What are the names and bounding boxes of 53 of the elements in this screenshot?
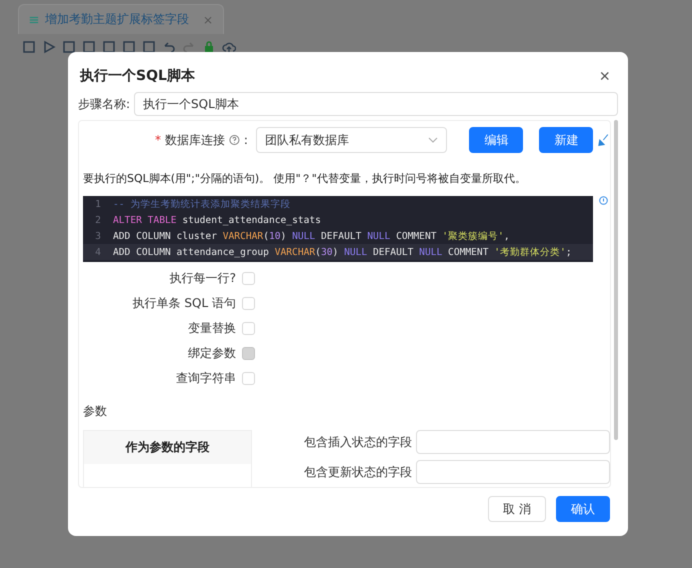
checkbox[interactable] — [242, 322, 255, 335]
input-field[interactable] — [416, 430, 610, 454]
code-line: -- 为学生考勤统计表添加聚类结果字段 — [113, 198, 290, 210]
chevron-down-icon — [428, 137, 438, 143]
field-label: 包含更新状态的字段 — [303, 464, 412, 480]
code-line: ADD COLUMN cluster VARCHAR(10) NULL DEFAULT NULL COMMENT '聚类簇编号', — [113, 230, 510, 242]
line-number: 1 — [94, 198, 102, 210]
dialog-title: 执行一个SQL脚本 — [80, 67, 195, 85]
field-label: 包含插入状态的字段 — [303, 434, 412, 450]
line-number: 2 — [94, 214, 102, 226]
document-tab[interactable]: 增加考勤主题扩展标签字段 × — [18, 4, 224, 34]
option-label: 执行单条 SQL 语句 — [132, 295, 236, 312]
info-icon[interactable] — [599, 196, 608, 205]
code-line: ALTER TABLE student_attendance_stats — [113, 214, 321, 226]
close-button[interactable]: × — [593, 66, 616, 86]
confirm-button[interactable]: 确认 — [556, 496, 610, 522]
save-icon[interactable] — [22, 40, 36, 54]
edit-button[interactable]: 编辑 — [469, 127, 524, 153]
code-editor[interactable] — [83, 196, 593, 262]
help-icon[interactable] — [229, 134, 240, 146]
play-icon[interactable] — [42, 40, 56, 54]
section-title: 参数 — [83, 403, 108, 420]
grid-icon[interactable] — [102, 40, 116, 54]
step-name-field[interactable]: 执行一个SQL脚本 — [134, 92, 618, 116]
code-line: ADD COLUMN attendance_group VARCHAR(30) NULL DEFAULT NULL COMMENT '考勤群体分类'; — [113, 246, 572, 258]
connection-select[interactable]: 团队私有数据库 — [256, 127, 448, 153]
table-header: 作为参数的字段 — [84, 431, 251, 464]
undo-icon[interactable] — [162, 40, 176, 54]
upload-icon[interactable] — [222, 40, 236, 54]
option-label: 绑定参数 — [188, 345, 236, 362]
input-field[interactable] — [416, 460, 610, 484]
connection-label: 数据库连接 — [165, 132, 225, 148]
chart-icon[interactable] — [122, 40, 136, 54]
hint-text: 要执行的SQL脚本(用";"分隔的语句)。 使用"？"代替变量，执行时问号将被自变量所取代。 — [83, 171, 527, 186]
copy-icon[interactable] — [82, 40, 96, 54]
option-label: 查询字符串 — [176, 370, 236, 387]
line-number: 3 — [94, 230, 102, 242]
checkbox[interactable] — [242, 372, 255, 385]
layers-icon — [29, 14, 39, 24]
checkbox[interactable] — [242, 297, 255, 310]
redo-icon[interactable] — [182, 40, 196, 54]
step-name-label: 步骤名称: — [78, 96, 130, 112]
line-number: 4 — [94, 246, 102, 258]
option-label: 变量替换 — [188, 320, 236, 337]
stop-icon[interactable] — [62, 40, 76, 54]
new-button[interactable]: 新建 — [539, 127, 594, 153]
colon-text: : — [244, 133, 248, 147]
cancel-button[interactable]: 取 消 — [488, 496, 546, 522]
tab-title: 增加考勤主题扩展标签字段 — [44, 11, 189, 28]
required-mark: * — [155, 133, 161, 147]
option-label: 执行每一行? — [170, 270, 236, 287]
table-icon[interactable] — [142, 40, 156, 54]
checkbox[interactable] — [242, 272, 255, 285]
